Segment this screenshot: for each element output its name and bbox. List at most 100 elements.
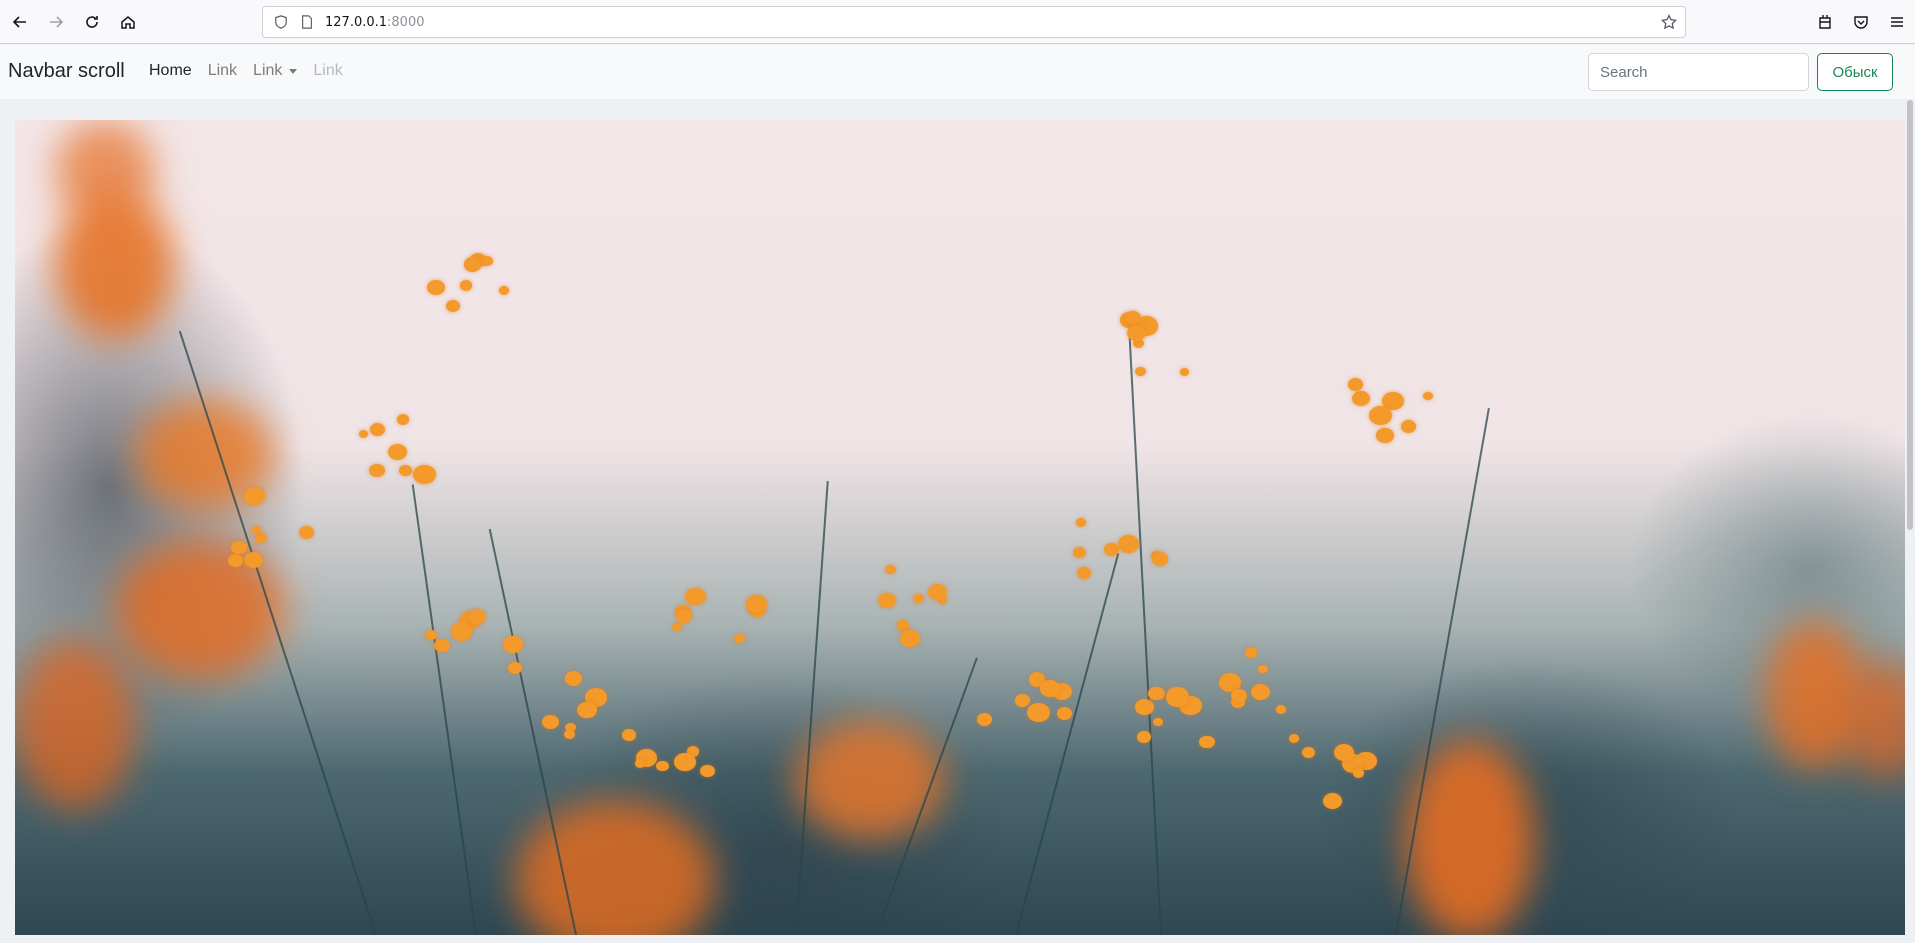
flower [1134, 366, 1146, 376]
flower [1352, 390, 1371, 407]
flower [426, 279, 446, 296]
navbar-brand[interactable]: Navbar scroll [8, 60, 125, 83]
blurred-flower-blob [515, 800, 715, 935]
flower [733, 633, 745, 644]
flower-stem [411, 484, 477, 935]
shield-icon[interactable] [273, 14, 289, 30]
flower [359, 430, 369, 438]
nav-link-disabled: Link [313, 62, 343, 79]
flower [499, 286, 510, 295]
browser-toolbar: 127.0.0.1:8000 [0, 0, 1915, 44]
url-text[interactable]: 127.0.0.1:8000 [325, 15, 425, 30]
flower [451, 622, 473, 641]
flower [1369, 405, 1392, 425]
caret-down-icon [289, 68, 298, 74]
flower [459, 280, 473, 291]
blurred-flower-blob [55, 120, 155, 220]
flower [1401, 420, 1417, 433]
scrollbar-thumb[interactable] [1907, 100, 1913, 530]
menu-button[interactable] [1879, 4, 1915, 40]
flower [1258, 664, 1268, 673]
flower [564, 729, 575, 739]
flower [622, 729, 637, 741]
flower [877, 593, 896, 609]
flower [468, 608, 487, 624]
extensions-icon [1819, 15, 1831, 29]
nav-links: Home Link Link Link [149, 62, 359, 80]
url-port: :8000 [387, 14, 425, 30]
flower [1301, 747, 1315, 759]
flower [255, 533, 268, 544]
nav-link-1[interactable]: Link [208, 62, 237, 80]
pocket-icon [1854, 16, 1868, 29]
flower [480, 256, 493, 267]
back-button[interactable] [2, 4, 38, 40]
flower [1151, 552, 1168, 567]
toolbar-right [1807, 4, 1915, 40]
reload-button[interactable] [74, 4, 110, 40]
page-icon[interactable] [299, 14, 315, 30]
arrow-right-icon [50, 16, 64, 28]
flower [541, 714, 560, 730]
flower [369, 463, 386, 478]
blurred-flower-blob [795, 720, 945, 840]
flower [369, 423, 385, 437]
search-input[interactable] [1588, 53, 1809, 91]
flower [1103, 542, 1120, 556]
flower [1076, 518, 1087, 527]
flower [1040, 680, 1060, 697]
flower [671, 622, 683, 632]
flower [1117, 534, 1140, 553]
flower [1423, 391, 1434, 401]
flower [1348, 378, 1364, 392]
flower [503, 636, 523, 654]
flower [675, 609, 692, 624]
flower [1199, 735, 1215, 749]
flower [1057, 707, 1073, 721]
nav-link-home[interactable]: Home [149, 62, 192, 80]
flower [1251, 683, 1271, 701]
flower [463, 257, 481, 272]
address-bar[interactable]: 127.0.0.1:8000 [262, 6, 1686, 38]
blurred-flower-blob [15, 640, 135, 810]
search-button[interactable]: Обыск [1817, 53, 1893, 91]
flower [745, 595, 767, 613]
reload-icon [86, 16, 98, 28]
forward-button[interactable] [38, 4, 74, 40]
flower [413, 465, 436, 485]
flower-stem [1015, 553, 1120, 935]
flower [1027, 703, 1050, 723]
bookmark-star-icon[interactable] [1660, 13, 1678, 30]
flower [1322, 792, 1343, 809]
flower [564, 671, 583, 686]
flower [424, 629, 437, 641]
flower [1076, 566, 1091, 579]
flower [1135, 699, 1154, 715]
flower [577, 701, 597, 719]
home-button[interactable] [110, 4, 146, 40]
flower [927, 583, 947, 600]
flower [1126, 324, 1147, 342]
extensions-button[interactable] [1807, 4, 1843, 40]
flower [298, 526, 314, 540]
nav-dropdown-link[interactable]: Link [253, 62, 298, 80]
flower [1179, 367, 1190, 377]
flower [1376, 428, 1394, 443]
flower [634, 758, 645, 768]
flower [913, 594, 924, 603]
flower [884, 565, 896, 575]
flower [434, 638, 450, 652]
flower [1014, 694, 1030, 707]
flower [398, 465, 412, 476]
flower [396, 414, 410, 425]
flower [1124, 310, 1142, 325]
flower [685, 587, 706, 606]
pocket-button[interactable] [1843, 4, 1879, 40]
hero-image [15, 120, 1905, 935]
flower [1166, 687, 1189, 707]
home-icon [121, 16, 135, 29]
hamburger-menu-icon [1891, 17, 1903, 27]
flower [1136, 731, 1151, 744]
flower [976, 713, 992, 726]
navbar: Navbar scroll Home Link Link Link Обыск [0, 45, 1915, 99]
